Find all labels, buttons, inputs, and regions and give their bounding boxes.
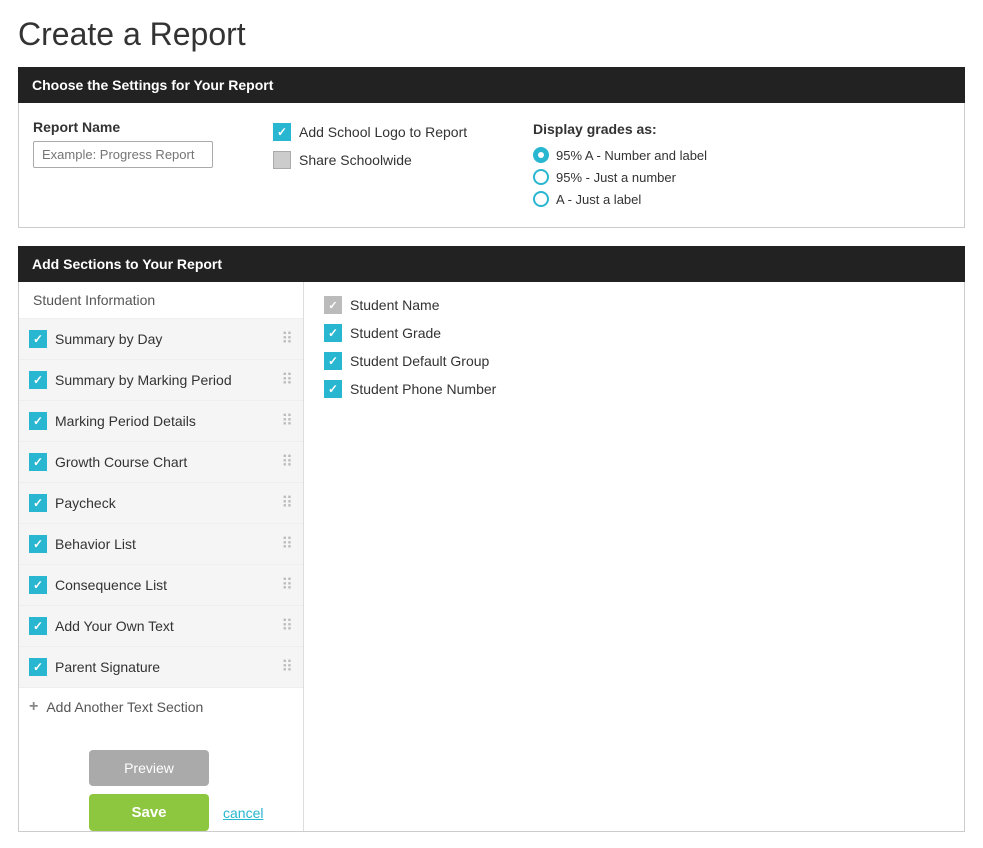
share-schoolwide-checkbox[interactable] — [273, 151, 291, 169]
drag-handle-6[interactable]: ⠿ — [281, 575, 293, 595]
page-title: Create a Report — [18, 16, 965, 53]
add-another-section[interactable]: + Add Another Text Section — [19, 688, 303, 726]
student-default-group-label: Student Default Group — [350, 353, 489, 369]
student-grade-label: Student Grade — [350, 325, 441, 341]
section-checkbox-6[interactable] — [29, 576, 47, 594]
list-item[interactable]: Paycheck ⠿ — [19, 483, 303, 524]
display-grades-block: Display grades as: 95% A - Number and la… — [533, 119, 707, 207]
cancel-button[interactable]: cancel — [223, 805, 263, 821]
add-logo-checkbox[interactable] — [273, 123, 291, 141]
list-item[interactable]: Summary by Day ⠿ — [19, 319, 303, 360]
student-grade-checkbox[interactable] — [324, 324, 342, 342]
drag-handle-7[interactable]: ⠿ — [281, 616, 293, 636]
add-another-label: Add Another Text Section — [46, 699, 203, 715]
student-name-checkbox[interactable] — [324, 296, 342, 314]
student-phone-checkbox[interactable] — [324, 380, 342, 398]
drag-handle-5[interactable]: ⠿ — [281, 534, 293, 554]
section-label-6: Consequence List — [55, 577, 167, 593]
student-default-group-checkbox[interactable] — [324, 352, 342, 370]
save-button[interactable]: Save — [89, 794, 209, 831]
preview-button[interactable]: Preview — [89, 750, 209, 786]
list-item[interactable]: Parent Signature ⠿ — [19, 647, 303, 688]
list-item[interactable]: Marking Period Details ⠿ — [19, 401, 303, 442]
report-name-input[interactable] — [33, 141, 213, 168]
sections-right: Student Name Student Grade Student Defau… — [304, 282, 964, 831]
drag-handle-8[interactable]: ⠿ — [281, 657, 293, 677]
section-label-3: Growth Course Chart — [55, 454, 187, 470]
settings-section: Choose the Settings for Your Report Repo… — [18, 67, 965, 228]
report-name-block: Report Name — [33, 119, 233, 168]
section-label-5: Behavior List — [55, 536, 136, 552]
bottom-buttons: Preview Save cancel — [19, 750, 303, 831]
student-info-checkboxes: Student Name Student Grade Student Defau… — [324, 296, 944, 398]
settings-header: Choose the Settings for Your Report — [18, 67, 965, 103]
logo-options: Add School Logo to Report Share Schoolwi… — [273, 119, 493, 169]
grade-option-1[interactable]: 95% A - Number and label — [533, 147, 707, 163]
grade-radio-3[interactable] — [533, 191, 549, 207]
section-checkbox-0[interactable] — [29, 330, 47, 348]
grade-radio-2[interactable] — [533, 169, 549, 185]
section-checkbox-2[interactable] — [29, 412, 47, 430]
section-checkbox-8[interactable] — [29, 658, 47, 676]
share-schoolwide-row[interactable]: Share Schoolwide — [273, 151, 493, 169]
section-label-7: Add Your Own Text — [55, 618, 174, 634]
student-info-row-3[interactable]: Student Phone Number — [324, 380, 944, 398]
drag-handle-0[interactable]: ⠿ — [281, 329, 293, 349]
display-grades-title: Display grades as: — [533, 121, 707, 137]
drag-handle-3[interactable]: ⠿ — [281, 452, 293, 472]
section-checkbox-5[interactable] — [29, 535, 47, 553]
drag-handle-4[interactable]: ⠿ — [281, 493, 293, 513]
list-item[interactable]: Add Your Own Text ⠿ — [19, 606, 303, 647]
sections-header: Add Sections to Your Report — [18, 246, 965, 282]
list-item[interactable]: Summary by Marking Period ⠿ — [19, 360, 303, 401]
add-logo-row[interactable]: Add School Logo to Report — [273, 123, 493, 141]
grade-option-2[interactable]: 95% - Just a number — [533, 169, 707, 185]
list-item[interactable]: Growth Course Chart ⠿ — [19, 442, 303, 483]
section-checkbox-4[interactable] — [29, 494, 47, 512]
grade-radio-1[interactable] — [533, 147, 549, 163]
grade-option-2-label: 95% - Just a number — [556, 170, 676, 185]
section-checkbox-7[interactable] — [29, 617, 47, 635]
settings-panel: Report Name Add School Logo to Report Sh… — [18, 103, 965, 228]
drag-handle-2[interactable]: ⠿ — [281, 411, 293, 431]
grade-option-3-label: A - Just a label — [556, 192, 641, 207]
list-item[interactable]: Behavior List ⠿ — [19, 524, 303, 565]
drag-handle-1[interactable]: ⠿ — [281, 370, 293, 390]
share-schoolwide-label: Share Schoolwide — [299, 152, 412, 168]
grade-option-1-label: 95% A - Number and label — [556, 148, 707, 163]
add-icon: + — [29, 698, 38, 716]
section-label-4: Paycheck — [55, 495, 116, 511]
student-information-item: Student Information — [19, 282, 303, 319]
section-label-0: Summary by Day — [55, 331, 162, 347]
grade-option-3[interactable]: A - Just a label — [533, 191, 707, 207]
student-info-row-1[interactable]: Student Grade — [324, 324, 944, 342]
section-label-1: Summary by Marking Period — [55, 372, 232, 388]
student-phone-label: Student Phone Number — [350, 381, 496, 397]
section-label-8: Parent Signature — [55, 659, 160, 675]
section-checkbox-1[interactable] — [29, 371, 47, 389]
section-checkbox-3[interactable] — [29, 453, 47, 471]
list-item[interactable]: Consequence List ⠿ — [19, 565, 303, 606]
student-name-label: Student Name — [350, 297, 440, 313]
sections-section: Add Sections to Your Report Student Info… — [18, 246, 965, 832]
student-info-row-0[interactable]: Student Name — [324, 296, 944, 314]
sections-panel: Student Information Summary by Day ⠿ Sum… — [18, 282, 965, 832]
add-logo-label: Add School Logo to Report — [299, 124, 467, 140]
save-cancel-row: Save cancel — [89, 794, 263, 831]
report-name-label: Report Name — [33, 119, 233, 135]
section-label-2: Marking Period Details — [55, 413, 196, 429]
sections-left: Student Information Summary by Day ⠿ Sum… — [19, 282, 304, 831]
student-info-row-2[interactable]: Student Default Group — [324, 352, 944, 370]
